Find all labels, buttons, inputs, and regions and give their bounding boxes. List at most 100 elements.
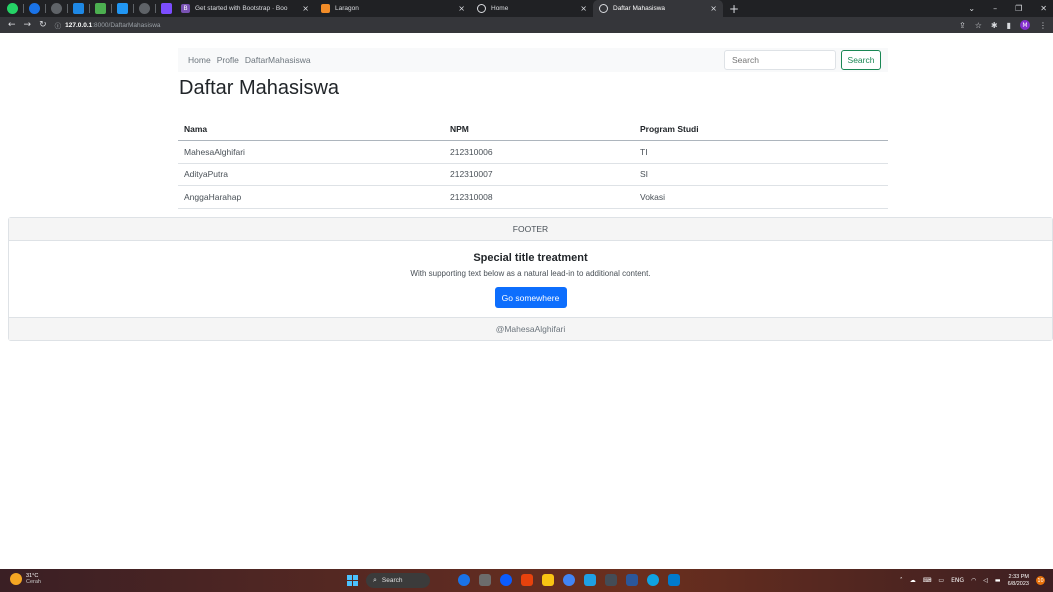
illustrator-app-icon[interactable] [521,574,533,586]
battery-icon[interactable]: ▬ [995,577,1001,584]
profile-avatar[interactable]: M [1020,20,1030,30]
tab-laragon[interactable]: Laragon × [315,0,471,17]
tab-divider [45,4,46,13]
back-button[interactable]: ← [8,20,16,30]
search-icon: ⌕ [373,576,377,584]
bookmark-star-icon[interactable]: ☆ [975,21,982,30]
side-panel-icon[interactable]: ▮ [1007,21,1011,30]
restore-button[interactable]: ❐ [1015,4,1022,13]
column-header-nama: Nama [178,118,444,141]
tab-divider [89,4,90,13]
close-icon[interactable]: × [458,4,465,13]
tab-home[interactable]: Home × [471,0,593,17]
file-explorer-icon[interactable] [542,574,554,586]
card-title: Special title treatment [473,252,588,264]
chrome-app-icon[interactable] [458,574,470,586]
language-indicator[interactable]: ENG [951,577,964,584]
cell-program-studi: SI [634,163,888,186]
forward-button[interactable]: → [24,20,32,30]
terminal-app-icon[interactable] [605,574,617,586]
cell-program-studi: Vokasi [634,185,888,209]
tab-divider [133,4,134,13]
whatsapp-icon[interactable] [7,3,18,14]
zoom-app-icon[interactable] [500,574,512,586]
clock[interactable]: 2:33 PM 6/8/2023 [1008,574,1029,588]
nav-links: Home Profle DaftarMahasiswa [188,48,311,72]
share-icon[interactable]: ⇪ [959,21,966,30]
chevron-up-icon[interactable]: ˄ [900,577,903,584]
tab-daftar-mahasiswa[interactable]: Daftar Mahasiswa × [593,0,723,17]
card-text: With supporting text below as a natural … [410,269,651,278]
globe-icon[interactable] [139,3,150,14]
tab-divider [67,4,68,13]
search-button[interactable]: Search [841,50,881,70]
address-bar: ← → ↻ ⓘ 127.0.0.1:8000/DaftarMahasiswa ⇪… [0,17,1053,33]
globe-icon[interactable] [51,3,62,14]
table-row: AnggaHarahap 212310008 Vokasi [178,185,888,209]
taskbar-search[interactable]: ⌕ Search [366,573,430,588]
chevron-down-icon[interactable]: ⌄ [968,4,975,13]
clock-time: 2:33 PM [1008,573,1029,580]
edge-app-icon[interactable] [584,574,596,586]
close-window-button[interactable]: ✕ [1040,4,1047,13]
edge-browser-icon[interactable] [647,574,659,586]
volume-icon[interactable]: ◁ [983,577,988,584]
footer-card: FOOTER Special title treatment With supp… [8,217,1053,341]
nav-link-profile[interactable]: Profle [217,55,239,65]
nav-link-daftar-mahasiswa[interactable]: DaftarMahasiswa [245,55,311,65]
tab-bootstrap[interactable]: B Get started with Bootstrap · Boo × [175,0,315,17]
keyboard-icon[interactable]: ⌨ [923,577,932,584]
table-row: AdityaPutra 212310007 SI [178,163,888,186]
pinned-site-icon[interactable] [161,3,172,14]
menu-icon[interactable]: ⋮ [1039,21,1047,30]
pinned-site-icon[interactable] [117,3,128,14]
tab-divider [155,4,156,13]
onedrive-icon[interactable]: ☁ [910,577,916,584]
clock-date: 6/8/2023 [1007,580,1029,587]
taskbar: 31°C Cerah ⌕ Search ˄ ☁ ⌨ ▭ ENG ◠ ◁ ▬ 2:… [0,569,1053,592]
browser-toolbar-actions: ⇪ ☆ ✱ ▮ M ⋮ [959,17,1047,33]
pinned-site-icon[interactable] [29,3,40,14]
tab-title: Daftar Mahasiswa [613,5,666,12]
info-icon[interactable]: ⓘ [55,20,62,30]
window-controls: ⌄ – ❐ ✕ [968,0,1047,17]
cell-program-studi: TI [634,140,888,164]
search-input[interactable] [724,50,836,70]
reload-button[interactable]: ↻ [39,20,47,30]
chrome-app-icon[interactable] [563,574,575,586]
pinned-site-icon[interactable] [73,3,84,14]
url-host: 127.0.0.1 [65,21,93,29]
weather-desc: Cerah [26,579,41,585]
pinned-tabs [0,0,175,17]
site-navbar: Home Profle DaftarMahasiswa Search [178,48,888,72]
go-somewhere-button[interactable]: Go somewhere [494,287,567,308]
vscode-app-icon[interactable] [668,574,680,586]
url-field[interactable]: ⓘ 127.0.0.1:8000/DaftarMahasiswa [55,17,161,33]
display-icon[interactable]: ▭ [938,577,944,584]
laragon-icon [321,4,330,13]
globe-icon [599,4,608,13]
cell-nama: AnggaHarahap [178,185,444,209]
close-icon[interactable]: × [710,4,717,13]
new-tab-button[interactable]: + [729,2,739,16]
column-header-program-studi: Program Studi [634,118,888,141]
bootstrap-icon: B [181,4,190,13]
card-footer: @MahesaAlghifari [9,317,1052,340]
globe-icon [477,4,486,13]
card-header: FOOTER [9,218,1052,241]
start-button-windows-icon[interactable] [347,575,358,586]
nav-link-home[interactable]: Home [188,55,211,65]
task-view-icon[interactable] [479,574,491,586]
url-path: :8000/DaftarMahasiswa [92,21,161,29]
minimize-button[interactable]: – [993,4,997,13]
taskbar-apps [458,574,680,586]
notification-badge[interactable]: 10 [1036,576,1045,585]
weather-text: 31°C Cerah [26,573,41,585]
wifi-icon[interactable]: ◠ [971,577,976,584]
weather-widget[interactable]: 31°C Cerah [10,573,41,585]
close-icon[interactable]: × [580,4,587,13]
extensions-icon[interactable]: ✱ [991,21,998,30]
close-icon[interactable]: × [302,4,309,13]
pinned-site-icon[interactable] [95,3,106,14]
word-app-icon[interactable] [626,574,638,586]
